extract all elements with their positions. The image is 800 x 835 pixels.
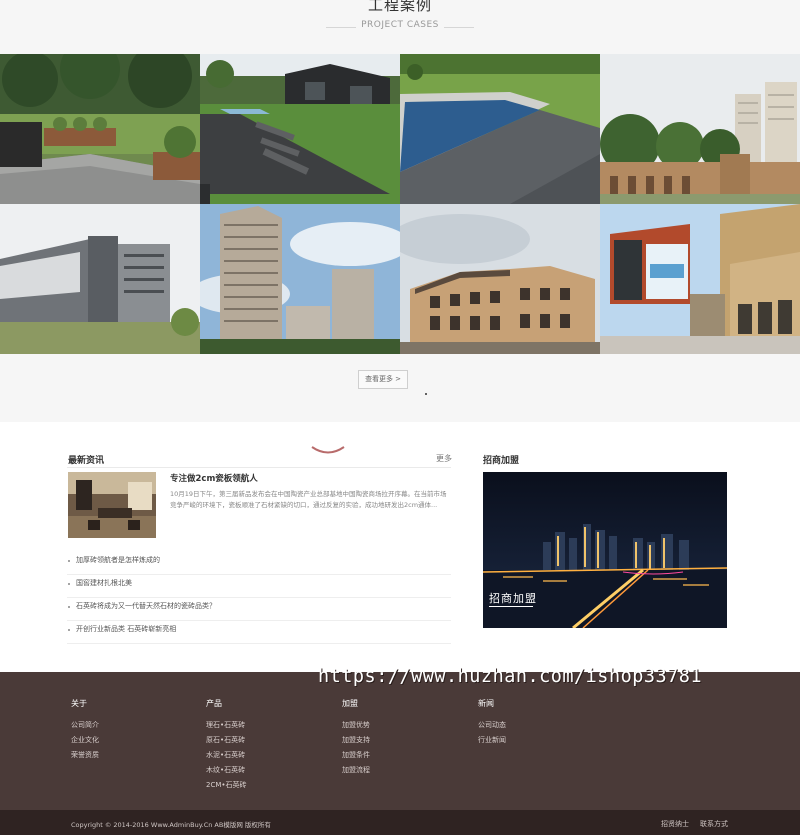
footer-column-news: 新闻 公司动态 行业新闻 [478, 698, 506, 750]
site-footer [0, 672, 800, 810]
project-case-garden-patio[interactable] [0, 54, 200, 204]
footer-column-title: 新闻 [478, 699, 494, 708]
decorative-arc [311, 446, 345, 454]
bullet-icon [68, 629, 70, 631]
join-heading: 招商加盟 [483, 456, 520, 466]
news-heading: 最新资讯 [68, 456, 105, 466]
join-banner-label: 招商加盟 [489, 592, 537, 605]
footer-link[interactable]: 理石•石英砖 [206, 720, 247, 735]
news-list-item[interactable]: 国窖建材扎根北美 [67, 575, 451, 598]
project-case-commercial-complex[interactable] [600, 204, 800, 354]
news-divider [67, 467, 451, 468]
news-list: 加厚砖领航者是怎样炼成的 国窖建材扎根北美 石英砖将成为又一代替天然石材的瓷砖品… [67, 552, 451, 644]
footer-link[interactable]: 企业文化 [71, 735, 99, 750]
footer-column-franchise: 加盟 加盟优势 加盟支持 加盟条件 加盟流程 [342, 698, 370, 780]
footer-link[interactable]: 加盟流程 [342, 765, 370, 780]
featured-news-excerpt: 10月19日下午，第三届新品发布会在中国陶瓷产业总部基地中国陶瓷商场拉开序幕。在… [170, 490, 447, 509]
footer-link[interactable]: 加盟支持 [342, 735, 370, 750]
join-banner[interactable]: 招商加盟 [483, 472, 727, 628]
bullet-icon [68, 583, 70, 585]
chevron-right-icon: > [395, 375, 401, 383]
watermark-text: https://www.huzhan.com/ishop33781 [318, 666, 703, 687]
footer-column-products: 产品 理石•石英砖 原石•石英砖 水泥•石英砖 木纹•石英砖 2CM•石英砖 [206, 698, 247, 795]
bullet-icon [68, 606, 70, 608]
join-banner-underline [489, 606, 533, 607]
project-case-pool-terrace[interactable] [400, 54, 600, 204]
copyright-text: Copyright © 2014-2016 Www.AdminBuy.Cn AB… [71, 821, 271, 829]
footer-column-about: 关于 公司简介 企业文化 荣誉资质 [71, 698, 99, 765]
footer-link[interactable]: 2CM•石英砖 [206, 780, 247, 795]
project-cases-section: 工程案例 PROJECT CASES 查看更多 > [0, 0, 800, 422]
footer-link[interactable]: 原石•石英砖 [206, 735, 247, 750]
footer-column-title: 加盟 [342, 699, 358, 708]
footer-link[interactable]: 公司简介 [71, 720, 99, 735]
news-list-item[interactable]: 加厚砖领航者是怎样炼成的 [67, 552, 451, 575]
footer-column-title: 产品 [206, 699, 222, 708]
view-more-label: 查看更多 [365, 375, 394, 383]
project-case-high-rise[interactable] [200, 204, 400, 354]
footer-link[interactable]: 木纹•石英砖 [206, 765, 247, 780]
project-case-classic-villa[interactable] [400, 204, 600, 354]
cases-subtitle-wrap: PROJECT CASES [0, 20, 800, 36]
news-list-item[interactable]: 开创行业新品类 石英砖崭新亮相 [67, 621, 451, 644]
footer-column-title: 关于 [71, 699, 87, 708]
news-more-link[interactable]: 更多 [436, 453, 452, 464]
footer-bottom-link-careers[interactable]: 招贤纳士 [661, 819, 689, 829]
cases-title: 工程案例 [367, 0, 432, 14]
project-case-industrial-building[interactable] [0, 204, 200, 354]
view-more-button[interactable]: 查看更多 > [358, 370, 408, 389]
project-gallery [0, 54, 800, 354]
bullet-icon [68, 560, 70, 562]
footer-link[interactable]: 水泥•石英砖 [206, 750, 247, 765]
cases-subtitle: PROJECT CASES [361, 20, 439, 30]
footer-link[interactable]: 加盟优势 [342, 720, 370, 735]
featured-news-title[interactable]: 专注做2cm瓷板领航人 [170, 472, 258, 484]
project-case-modern-villa[interactable] [200, 54, 400, 204]
footer-link[interactable]: 行业新闻 [478, 735, 506, 750]
news-list-item[interactable]: 石英砖将成为又一代替天然石材的瓷砖品类？ [67, 598, 451, 621]
project-case-residential-gate[interactable] [600, 54, 800, 204]
footer-bottom-link-contact[interactable]: 联系方式 [700, 819, 728, 829]
footer-link[interactable]: 公司动态 [478, 720, 506, 735]
footer-link[interactable]: 加盟条件 [342, 750, 370, 765]
decorative-dot [425, 393, 427, 395]
subtitle-divider-right [444, 27, 474, 28]
featured-news-thumbnail[interactable] [68, 472, 156, 538]
footer-link[interactable]: 荣誉资质 [71, 750, 99, 765]
